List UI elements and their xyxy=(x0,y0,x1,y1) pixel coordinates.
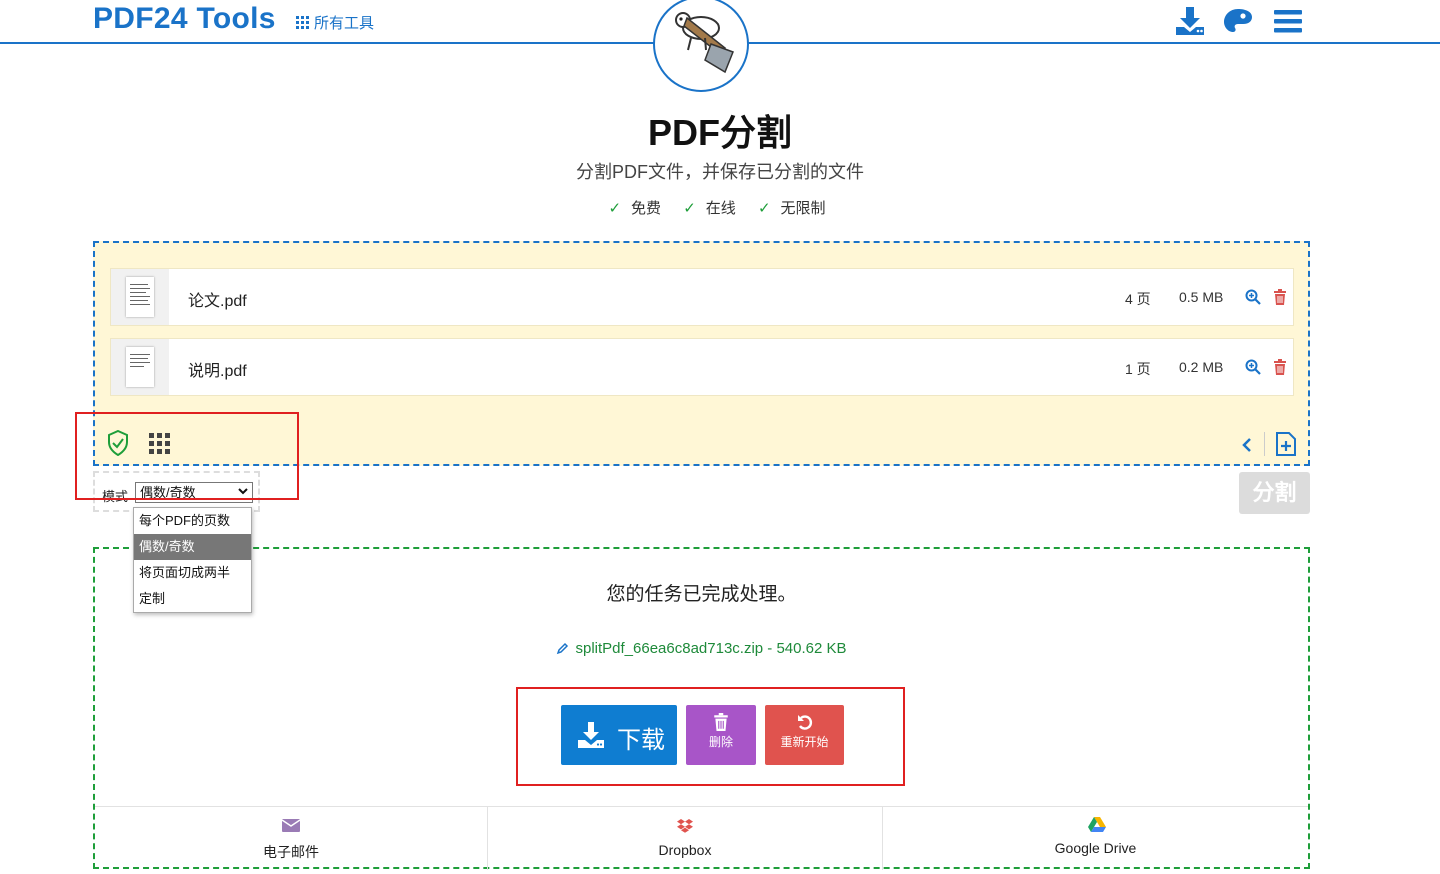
check-icon: ✓ xyxy=(608,200,622,217)
feature-item: ✓ 免费 xyxy=(608,200,662,217)
trash-icon[interactable] xyxy=(1273,289,1287,305)
feature-item: ✓ 在线 xyxy=(683,200,736,217)
check-icon: ✓ xyxy=(683,200,696,217)
result-file-link[interactable]: splitPdf_66ea6c8ad713c.zip - 540.62 KB xyxy=(95,640,1308,657)
file-name: 说明.pdf xyxy=(188,363,247,380)
annotation-box xyxy=(516,687,905,786)
file-row[interactable]: 说明.pdf 1 页 0.2 MB xyxy=(110,338,1294,396)
zoom-icon[interactable] xyxy=(1245,359,1261,375)
zoom-icon[interactable] xyxy=(1245,289,1261,305)
page-subtitle: 分割PDF文件，并保存已分割的文件 xyxy=(576,162,864,182)
share-email[interactable]: 电子邮件 xyxy=(95,807,487,870)
all-tools-link[interactable]: 所有工具 xyxy=(296,12,374,33)
download-app-icon[interactable] xyxy=(1174,5,1206,37)
share-row: 电子邮件 Dropbox Google Drive xyxy=(95,806,1308,870)
share-gdrive-label: Google Drive xyxy=(1054,840,1137,856)
mode-option[interactable]: 将页面切成两半 xyxy=(134,560,251,586)
file-name: 论文.pdf xyxy=(188,293,247,310)
share-google-drive[interactable]: Google Drive xyxy=(883,807,1308,870)
result-message: 您的任务已完成处理。 xyxy=(606,584,797,605)
feature-list: ✓ 免费 ✓ 在线 ✓ 无限制 xyxy=(0,197,1440,218)
grid-icon xyxy=(296,16,309,29)
file-size: 0.2 MB xyxy=(1179,359,1224,375)
file-thumbnail xyxy=(111,339,169,395)
trash-icon[interactable] xyxy=(1273,359,1287,375)
google-drive-icon xyxy=(1088,817,1106,832)
sheep-axe-icon xyxy=(675,12,734,74)
file-page-count: 4 页 xyxy=(1125,291,1151,307)
feature-item: ✓ 无限制 xyxy=(757,200,826,217)
mode-option-selected[interactable]: 偶数/奇数 xyxy=(134,534,251,560)
mode-dropdown: 每个PDF的页数 偶数/奇数 将页面切成两半 定制 xyxy=(133,507,252,613)
all-tools-label: 所有工具 xyxy=(314,15,375,32)
file-row[interactable]: 论文.pdf 4 页 0.5 MB xyxy=(110,268,1294,326)
share-dropbox[interactable]: Dropbox xyxy=(488,807,882,870)
palette-icon[interactable] xyxy=(1222,5,1254,37)
split-button[interactable]: 分割 xyxy=(1239,472,1310,514)
add-file-icon[interactable] xyxy=(1275,431,1297,457)
share-email-label: 电子邮件 xyxy=(263,844,319,860)
envelope-icon xyxy=(282,819,300,832)
mascot-logo xyxy=(653,0,749,92)
check-icon: ✓ xyxy=(757,200,771,217)
divider xyxy=(1264,432,1265,456)
file-page-count: 1 页 xyxy=(1125,361,1151,377)
file-thumbnail xyxy=(111,269,169,325)
page-title: PDF分割 xyxy=(647,112,792,153)
mode-option[interactable]: 每个PDF的页数 xyxy=(134,508,251,534)
annotation-box xyxy=(75,412,299,500)
mode-option[interactable]: 定制 xyxy=(134,586,251,612)
pencil-icon[interactable] xyxy=(556,642,569,655)
file-size: 0.5 MB xyxy=(1179,289,1224,305)
share-dropbox-label: Dropbox xyxy=(658,842,712,858)
logo[interactable]: PDF24 Tools xyxy=(93,2,276,36)
menu-icon[interactable] xyxy=(1272,5,1304,37)
dropbox-icon xyxy=(677,819,693,833)
chevron-left-icon[interactable] xyxy=(1241,437,1253,453)
result-file-name: splitPdf_66ea6c8ad713c.zip - 540.62 KB xyxy=(575,640,847,657)
